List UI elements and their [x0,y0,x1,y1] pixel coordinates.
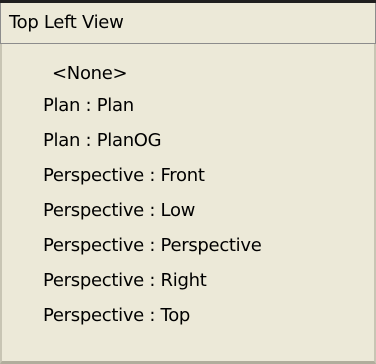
option-plan-plan-label: Plan : Plan [43,95,134,116]
option-perspective-low-label: Perspective : Low [43,200,196,221]
option-perspective-front[interactable]: Perspective : Front [2,161,372,191]
option-perspective-perspective-label: Perspective : Perspective [43,235,262,256]
selected-view-field[interactable]: Top Left View [0,3,376,44]
view-options-list[interactable]: <None> Plan : Plan Plan : PlanOG Perspec… [0,44,376,364]
option-perspective-perspective[interactable]: Perspective : Perspective [2,231,372,261]
option-none-label: <None> [52,63,128,84]
option-perspective-right-label: Perspective : Right [43,270,207,291]
option-perspective-right[interactable]: Perspective : Right [2,266,372,296]
option-perspective-top[interactable]: Perspective : Top [2,301,372,331]
option-plan-planog-label: Plan : PlanOG [43,130,162,151]
option-perspective-front-label: Perspective : Front [43,165,205,186]
view-dropdown[interactable]: Top Left View <None> Plan : Plan Plan : … [0,0,376,364]
option-plan-planog[interactable]: Plan : PlanOG [2,126,372,156]
option-perspective-top-label: Perspective : Top [43,305,191,326]
option-plan-plan[interactable]: Plan : Plan [2,91,372,121]
selected-view-label: Top Left View [9,12,124,33]
option-none[interactable]: <None> [2,59,372,89]
option-perspective-low[interactable]: Perspective : Low [2,196,372,226]
